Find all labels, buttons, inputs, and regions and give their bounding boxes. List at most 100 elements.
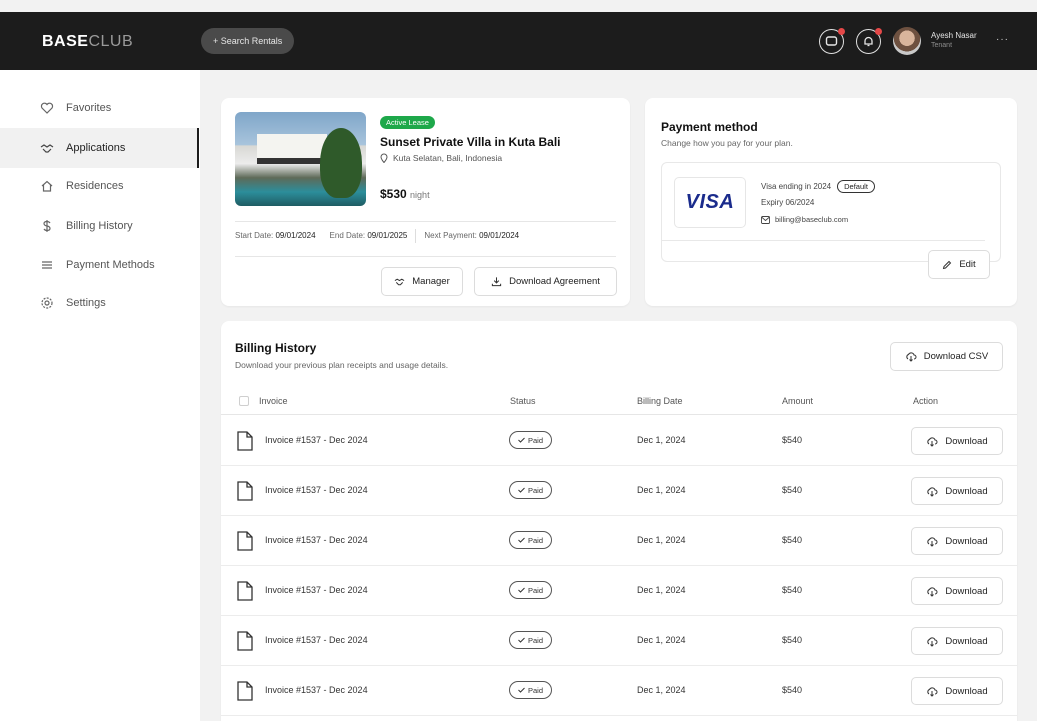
billing-date: Dec 1, 2024 [637, 685, 686, 695]
default-badge: Default [837, 180, 875, 193]
billing-subtitle: Download your previous plan receipts and… [235, 360, 449, 370]
billing-date: Dec 1, 2024 [637, 535, 686, 545]
invoice-name[interactable]: Invoice #1537 - Dec 2024 [265, 485, 368, 495]
amount: $540 [782, 585, 803, 595]
file-icon [236, 531, 254, 553]
edit-button[interactable]: Edit [928, 250, 990, 279]
sidebar-item-payment-methods[interactable]: Payment Methods [0, 245, 199, 285]
table-row: Invoice #1537 - Dec 2024 Paid Dec 1, 2024 $… [221, 616, 1017, 666]
saved-card[interactable]: VISA Visa ending in 2024 Default Expiry … [661, 162, 1001, 262]
start-date: Start Date: 09/01/2024 [235, 231, 316, 240]
column-billing-date[interactable]: Billing Date [637, 396, 683, 406]
cloud-download-icon [927, 436, 938, 447]
check-icon [518, 637, 525, 643]
sidebar-item-applications[interactable]: Applications [0, 128, 199, 168]
user-name: Ayesh Nasar [931, 31, 977, 40]
download-invoice-button[interactable]: Download [911, 427, 1003, 455]
home-icon [40, 179, 54, 193]
status-badge: Active Lease [380, 116, 435, 129]
download-invoice-button[interactable]: Download [911, 627, 1003, 655]
messages-button[interactable] [819, 28, 845, 54]
table-row: Invoice #1537 - Dec 2024 Paid Dec 1, 2024 $… [221, 416, 1017, 466]
notification-dot [838, 28, 845, 35]
status-badge: Paid [509, 581, 553, 599]
payment-subtitle: Change how you pay for your plan. [661, 138, 793, 148]
mail-icon [761, 215, 770, 224]
invoice-name[interactable]: Invoice #1537 - Dec 2024 [265, 635, 368, 645]
sidebar-item-billing-history[interactable]: Billing History [0, 206, 199, 246]
card-email: billing@baseclub.com [761, 215, 848, 224]
check-icon [518, 487, 525, 493]
file-icon [236, 581, 254, 603]
download-invoice-button[interactable]: Download [911, 677, 1003, 705]
logo[interactable]: BASECLUB [42, 33, 133, 51]
invoice-name[interactable]: Invoice #1537 - Dec 2024 [265, 685, 368, 695]
billing-history-card: Billing History Download your previous p… [221, 321, 1017, 721]
manager-button[interactable]: Manager [381, 267, 463, 296]
sidebar: Favorites Applications Residences Billin… [0, 70, 200, 721]
column-action: Action [913, 396, 939, 406]
download-agreement-button[interactable]: Download Agreement [474, 267, 617, 296]
card-expiry: Expiry 06/2024 [761, 198, 815, 207]
file-icon [236, 431, 254, 453]
divider [235, 256, 616, 257]
property-location: Kuta Selatan, Bali, Indonesia [380, 153, 502, 163]
amount: $540 [782, 535, 803, 545]
property-title[interactable]: Sunset Private Villa in Kuta Bali [380, 135, 561, 149]
bell-icon [864, 36, 873, 47]
status-badge: Paid [509, 431, 553, 449]
handshake-icon [40, 141, 54, 155]
check-icon [518, 687, 525, 693]
download-invoice-button[interactable]: Download [911, 577, 1003, 605]
notification-dot [875, 28, 882, 35]
lease-dates: Start Date: 09/01/2024 End Date: 09/01/2… [235, 229, 616, 243]
active-lease-card: Active Lease Sunset Private Villa in Kut… [221, 98, 630, 306]
table-header: Invoice Status Billing Date Amount Actio… [221, 387, 1017, 415]
download-csv-button[interactable]: Download CSV [890, 342, 1003, 371]
download-icon [491, 277, 502, 287]
status-badge: Paid [509, 681, 553, 699]
search-rentals-button[interactable]: + Search Rentals [201, 28, 295, 54]
column-status[interactable]: Status [510, 396, 536, 406]
amount: $540 [782, 685, 803, 695]
file-icon [236, 631, 254, 653]
divider [661, 240, 985, 241]
cloud-download-icon [927, 686, 938, 697]
column-invoice[interactable]: Invoice [259, 396, 288, 406]
status-badge: Paid [509, 531, 553, 549]
cloud-download-icon [927, 486, 938, 497]
property-image[interactable] [235, 112, 366, 206]
download-invoice-button[interactable]: Download [911, 477, 1003, 505]
card-number: Visa ending in 2024 Default [761, 180, 875, 193]
end-date: End Date: 09/01/2025 [329, 231, 408, 240]
divider [235, 221, 616, 222]
download-invoice-button[interactable]: Download [911, 527, 1003, 555]
chat-icon [825, 36, 838, 46]
file-icon [236, 681, 254, 703]
invoice-name[interactable]: Invoice #1537 - Dec 2024 [265, 535, 368, 545]
invoice-name[interactable]: Invoice #1537 - Dec 2024 [265, 585, 368, 595]
dollar-icon [40, 219, 54, 233]
location-pin-icon [380, 153, 388, 163]
amount: $540 [782, 635, 803, 645]
more-icon[interactable]: ··· [996, 34, 1009, 45]
column-amount[interactable]: Amount [782, 396, 813, 406]
notifications-button[interactable] [856, 28, 882, 54]
sidebar-item-settings[interactable]: Settings [0, 283, 199, 323]
next-payment: Next Payment: 09/01/2024 [424, 231, 520, 240]
invoice-name[interactable]: Invoice #1537 - Dec 2024 [265, 435, 368, 445]
amount: $540 [782, 485, 803, 495]
table-row: Invoice #1537 - Dec 2024 Paid Dec 1, 2024 $… [221, 516, 1017, 566]
user-role: Tenant [931, 42, 953, 49]
sidebar-item-residences[interactable]: Residences [0, 166, 199, 206]
select-all-checkbox[interactable] [239, 396, 249, 406]
pencil-icon [943, 260, 952, 269]
sidebar-item-favorites[interactable]: Favorites [0, 88, 199, 128]
table-row: Invoice #1537 - Dec 2024 Paid Dec 1, 2024 $… [221, 466, 1017, 516]
table-row: Invoice #1537 - Dec 2024 Paid Dec 1, 2024 $… [221, 566, 1017, 616]
visa-logo: VISA [674, 177, 746, 228]
avatar[interactable] [893, 27, 921, 55]
billing-date: Dec 1, 2024 [637, 485, 686, 495]
table-row: Invoice #1537 - Dec 2024 Paid Dec 1, 2024 $… [221, 666, 1017, 716]
top-bar: BASECLUB + Search Rentals Ayesh Nasar Te… [0, 12, 1037, 70]
